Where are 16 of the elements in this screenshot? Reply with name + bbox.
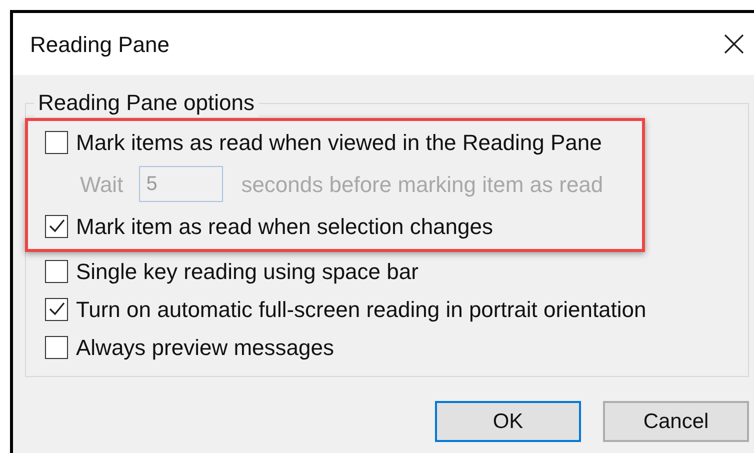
checkbox[interactable] bbox=[45, 298, 68, 320]
checkmark-icon bbox=[48, 219, 64, 233]
wait-label: Wait bbox=[80, 170, 124, 198]
checkbox-label: Single key reading using space bar bbox=[76, 258, 418, 286]
checkbox-label: Always preview messages bbox=[76, 334, 334, 362]
checkbox[interactable] bbox=[45, 336, 68, 358]
checkbox-label: Turn on automatic full-screen reading in portrait orientation bbox=[76, 296, 646, 324]
cancel-button[interactable]: Cancel bbox=[603, 401, 749, 442]
ok-button[interactable]: OK bbox=[435, 401, 581, 442]
checkbox-label: Mark item as read when selection changes bbox=[76, 212, 493, 241]
checkbox-label: Mark items as read when viewed in the Reading Pane bbox=[76, 128, 602, 157]
seconds-label: seconds before marking item as read bbox=[241, 170, 604, 199]
checkbox[interactable] bbox=[45, 260, 68, 282]
close-icon[interactable] bbox=[724, 34, 744, 54]
window-title: Reading Pane bbox=[30, 30, 170, 59]
checkmark-icon bbox=[48, 302, 64, 316]
